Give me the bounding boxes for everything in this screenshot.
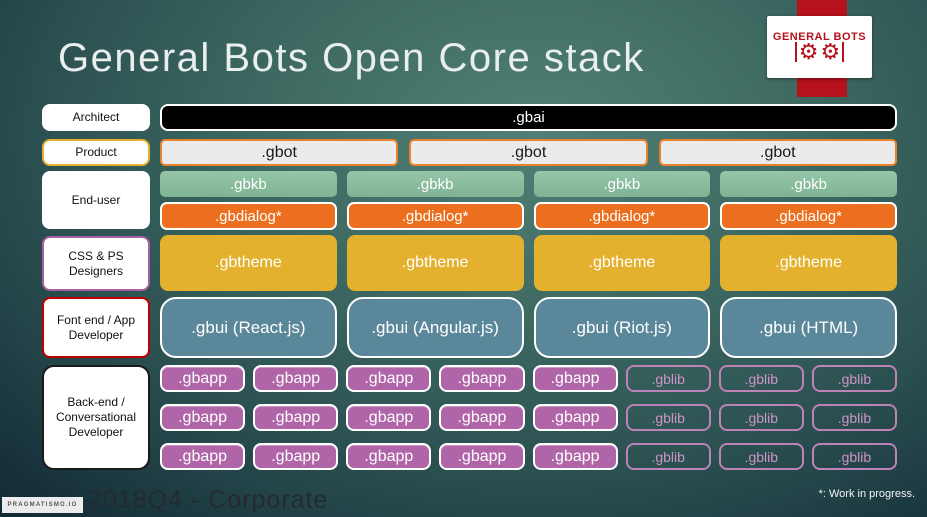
gbapp-box: .gbapp bbox=[439, 365, 525, 392]
gblib-box: .gblib bbox=[811, 443, 897, 470]
gears-icon: ⚙ ⚙ bbox=[794, 39, 845, 64]
gbui-row: .gbui (React.js) .gbui (Angular.js) .gbui … bbox=[160, 297, 897, 358]
gbkb-box: .gbkb bbox=[720, 171, 897, 197]
role-label-backend-conversational-developer: Back-end / Conversational Developer bbox=[42, 365, 150, 470]
gbui-box: .gbui (Riot.js) bbox=[533, 297, 711, 358]
gbapp-row-1: .gbapp .gbapp .gbapp .gbapp .gbapp .gblib .gbl… bbox=[160, 365, 897, 392]
role-label-product: Product bbox=[42, 139, 150, 166]
gbdialog-box: .gbdialog* bbox=[160, 202, 337, 230]
gbot-box: .gbot bbox=[658, 139, 897, 166]
gbai-box: .gbai bbox=[160, 104, 897, 131]
gbtheme-box: .gbtheme bbox=[346, 235, 524, 291]
gbkb-box: .gbkb bbox=[160, 171, 337, 197]
gblib-box: .gblib bbox=[718, 365, 804, 392]
gblib-box: .gblib bbox=[811, 365, 897, 392]
gbapp-box: .gbapp bbox=[253, 404, 339, 431]
gbui-box: .gbui (Angular.js) bbox=[346, 297, 524, 358]
gear-bar-right-icon bbox=[842, 42, 845, 62]
gbai-row: .gbai bbox=[160, 104, 897, 131]
gbot-box: .gbot bbox=[160, 139, 399, 166]
gbtheme-row: .gbtheme .gbtheme .gbtheme .gbtheme bbox=[160, 235, 897, 291]
gbui-box: .gbui (React.js) bbox=[160, 297, 337, 358]
gbot-box: .gbot bbox=[409, 139, 648, 166]
gblib-box: .gblib bbox=[811, 404, 897, 431]
gbapp-box: .gbapp bbox=[160, 365, 246, 392]
gbapp-box: .gbapp bbox=[532, 443, 618, 470]
gbdialog-box: .gbdialog* bbox=[346, 202, 524, 230]
gear-icon: ⚙ bbox=[820, 39, 841, 64]
gbdialog-box: .gbdialog* bbox=[720, 202, 897, 230]
gbapp-box: .gbapp bbox=[532, 404, 618, 431]
gblib-box: .gblib bbox=[625, 404, 711, 431]
work-in-progress-note: *: Work in progress. bbox=[818, 488, 915, 500]
gblib-box: .gblib bbox=[718, 404, 804, 431]
gbapp-box: .gbapp bbox=[532, 365, 618, 392]
gbkb-box: .gbkb bbox=[346, 171, 524, 197]
footer-caption: 2018Q4 - Corporate bbox=[88, 486, 329, 514]
gbapp-box: .gbapp bbox=[439, 443, 525, 470]
gbapp-box: .gbapp bbox=[439, 404, 525, 431]
gbdialog-row: .gbdialog* .gbdialog* .gbdialog* .gbdialog* bbox=[160, 202, 897, 230]
role-label-frontend-app-developer: Font end / App Developer bbox=[42, 297, 150, 358]
gbapp-box: .gbapp bbox=[253, 365, 339, 392]
gbapp-box: .gbapp bbox=[346, 404, 432, 431]
gblib-box: .gblib bbox=[718, 443, 804, 470]
gblib-box: .gblib bbox=[625, 443, 711, 470]
gbdialog-box: .gbdialog* bbox=[533, 202, 711, 230]
gbot-row: .gbot .gbot .gbot bbox=[160, 139, 897, 166]
role-label-end-user: End-user bbox=[42, 171, 150, 229]
general-bots-logo: GENERAL BOTS ⚙ ⚙ bbox=[767, 16, 872, 78]
role-label-architect: Architect bbox=[42, 104, 150, 131]
gbtheme-box: .gbtheme bbox=[720, 235, 897, 291]
gbapp-row-3: .gbapp .gbapp .gbapp .gbapp .gbapp .gblib .gbl… bbox=[160, 443, 897, 470]
gbkb-box: .gbkb bbox=[533, 171, 711, 197]
gbtheme-box: .gbtheme bbox=[533, 235, 711, 291]
gbapp-box: .gbapp bbox=[160, 443, 246, 470]
gbui-box: .gbui (HTML) bbox=[720, 297, 897, 358]
gbapp-box: .gbapp bbox=[346, 443, 432, 470]
gbtheme-box: .gbtheme bbox=[160, 235, 337, 291]
gbapp-box: .gbapp bbox=[253, 443, 339, 470]
gbapp-row-2: .gbapp .gbapp .gbapp .gbapp .gbapp .gblib .gbl… bbox=[160, 404, 897, 431]
gbapp-box: .gbapp bbox=[160, 404, 246, 431]
gear-icon: ⚙ bbox=[798, 39, 819, 64]
gbapp-box: .gbapp bbox=[346, 365, 432, 392]
gear-bar-left-icon bbox=[794, 42, 797, 62]
pragmatismo-logo: PRAGMATISMO.IO bbox=[2, 497, 83, 513]
gbkb-row: .gbkb .gbkb .gbkb .gbkb bbox=[160, 171, 897, 197]
slide: GENERAL BOTS ⚙ ⚙ General Bots Open Core s… bbox=[0, 0, 927, 517]
page-title: General Bots Open Core stack bbox=[58, 36, 645, 80]
gblib-box: .gblib bbox=[625, 365, 711, 392]
role-label-css-ps-designers: CSS & PS Designers bbox=[42, 236, 150, 291]
